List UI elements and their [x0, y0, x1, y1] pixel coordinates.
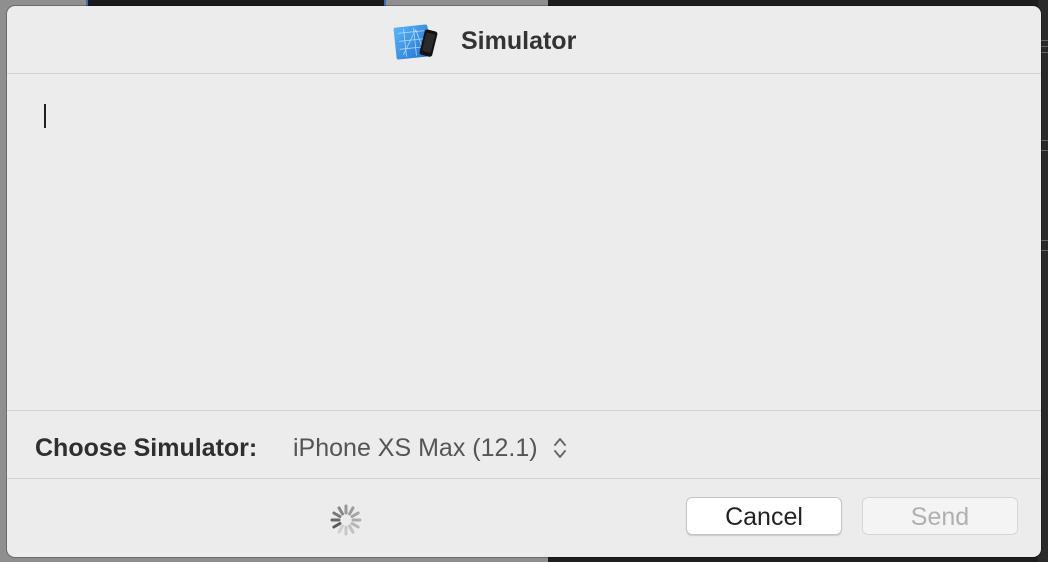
loading-spinner-icon [330, 504, 362, 536]
send-button[interactable]: Send [862, 497, 1018, 535]
dialog-titlebar: Simulator [7, 6, 1041, 74]
message-text-area[interactable] [7, 74, 1041, 411]
cancel-button[interactable]: Cancel [686, 497, 842, 535]
simulator-app-icon [393, 24, 438, 60]
choose-simulator-label: Choose Simulator: [35, 434, 258, 462]
simulator-dialog: Simulator Choose Simulator: iPhone XS Ma… [7, 6, 1041, 557]
simulator-popup-button[interactable]: iPhone XS Max (12.1) [293, 429, 568, 467]
dialog-button-bar: Cancel Send [7, 479, 1041, 557]
dialog-title: Simulator [461, 27, 577, 55]
simulator-chooser-row: Choose Simulator: iPhone XS Max (12.1) [7, 411, 1041, 479]
up-down-chevron-icon [553, 438, 566, 458]
selected-simulator-value: iPhone XS Max (12.1) [293, 434, 538, 462]
text-caret [44, 104, 46, 128]
